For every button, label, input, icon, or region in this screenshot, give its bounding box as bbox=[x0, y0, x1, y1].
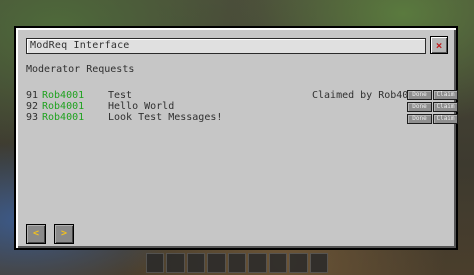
request-message: Test bbox=[108, 90, 133, 101]
request-id: 91 bbox=[26, 90, 39, 101]
request-id: 93 bbox=[26, 112, 39, 123]
hotbar-slot bbox=[166, 253, 185, 273]
claim-button[interactable]: Claim bbox=[433, 114, 458, 124]
chevron-left-icon: < bbox=[32, 228, 40, 239]
hotbar-slot bbox=[309, 253, 328, 273]
section-heading: Moderator Requests bbox=[26, 64, 135, 75]
request-user: Rob4001 bbox=[42, 112, 85, 123]
hotbar-slot bbox=[248, 253, 267, 273]
request-user: Rob4001 bbox=[42, 101, 85, 112]
hotbar-slot bbox=[289, 253, 308, 273]
claim-button[interactable]: Claim bbox=[433, 102, 458, 112]
request-message: Hello World bbox=[108, 101, 175, 112]
window-title: ModReq Interface bbox=[30, 40, 130, 51]
prev-page-button[interactable]: < bbox=[26, 224, 46, 244]
request-user: Rob4001 bbox=[42, 90, 85, 101]
chevron-right-icon: > bbox=[60, 228, 68, 239]
hotbar bbox=[146, 253, 328, 273]
hotbar-slot bbox=[186, 253, 206, 273]
request-message: Look Test Messages! bbox=[108, 112, 223, 123]
next-page-button[interactable]: > bbox=[54, 224, 74, 244]
close-icon: × bbox=[435, 38, 443, 52]
claimed-status: Claimed by Rob4001 bbox=[312, 90, 421, 101]
hotbar-slot bbox=[268, 253, 288, 273]
close-button[interactable]: × bbox=[430, 36, 448, 54]
done-button[interactable]: Done bbox=[407, 114, 432, 124]
done-button[interactable]: Done bbox=[407, 102, 432, 112]
hotbar-slot bbox=[146, 253, 165, 273]
hotbar-slot bbox=[227, 253, 247, 273]
request-id: 92 bbox=[26, 101, 39, 112]
title-bar: ModReq Interface bbox=[26, 38, 426, 54]
hotbar-slot bbox=[207, 253, 226, 273]
request-actions: Done Claim Done Claim Done Claim bbox=[407, 90, 459, 126]
claim-button[interactable]: Claim bbox=[433, 90, 458, 100]
done-button[interactable]: Done bbox=[407, 90, 432, 100]
modreq-panel: ModReq Interface × Moderator Requests 91… bbox=[14, 26, 458, 250]
